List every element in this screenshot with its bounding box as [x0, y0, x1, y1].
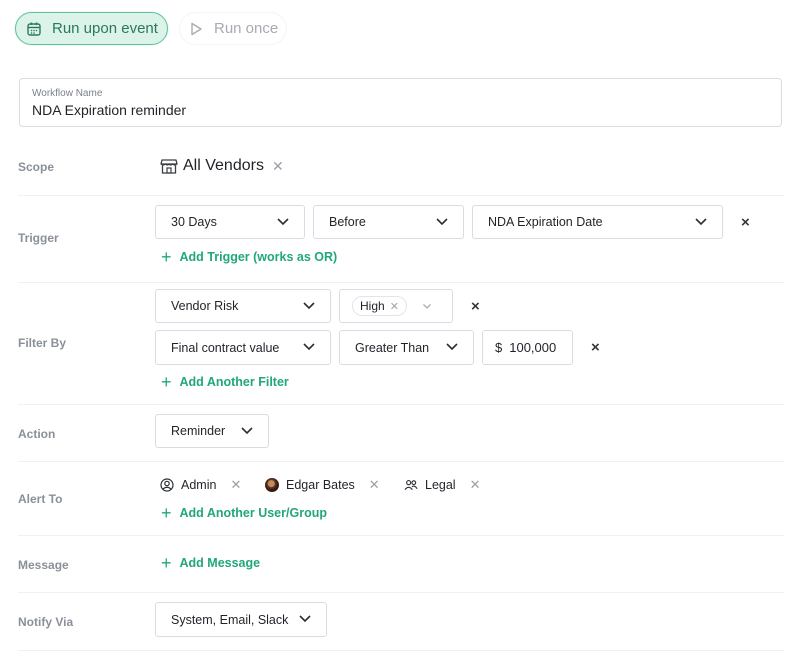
divider	[18, 195, 784, 196]
store-icon	[160, 157, 178, 175]
plus-icon: +	[161, 503, 172, 523]
scope-label: Scope	[18, 160, 55, 174]
plus-icon: +	[161, 247, 172, 267]
workflow-name-field[interactable]: Workflow Name NDA Expiration reminder	[19, 78, 782, 127]
workflow-name-label: Workflow Name	[32, 88, 103, 99]
divider	[18, 461, 784, 462]
alert-user-name: Edgar Bates	[286, 478, 355, 492]
calendar-icon	[26, 21, 42, 37]
add-trigger-link[interactable]: + Add Trigger (works as OR)	[161, 247, 338, 267]
remove-user-icon[interactable]: ✕	[369, 477, 380, 493]
filter-field-value-2: Final contract value	[171, 340, 280, 355]
add-user-group-link[interactable]: + Add Another User/Group	[161, 503, 327, 523]
add-trigger-label: Add Trigger (works as OR)	[179, 250, 338, 264]
add-user-group-label: Add Another User/Group	[179, 506, 327, 520]
alert-user-name: Admin	[181, 478, 217, 492]
remove-filter-1-icon[interactable]: ×	[471, 298, 480, 315]
run-upon-event-label: Run upon event	[52, 20, 158, 37]
remove-trigger-icon[interactable]: ×	[741, 214, 750, 231]
chevron-down-icon	[299, 615, 311, 623]
divider	[18, 592, 784, 593]
plus-icon: +	[161, 553, 172, 573]
alert-user-name: Legal	[425, 478, 456, 492]
trigger-relation-select[interactable]: Before	[313, 205, 464, 239]
filter-field-value-1: Vendor Risk	[171, 299, 239, 313]
add-filter-label: Add Another Filter	[179, 375, 289, 389]
run-upon-event-button[interactable]: Run upon event	[15, 12, 168, 45]
divider	[18, 404, 784, 405]
filter-amount-input[interactable]: $ 100,000	[482, 330, 573, 365]
action-value: Reminder	[171, 424, 226, 438]
trigger-field-select[interactable]: NDA Expiration Date	[472, 205, 723, 239]
chevron-down-icon	[423, 304, 431, 309]
chevron-down-icon	[446, 343, 458, 351]
action-select[interactable]: Reminder	[155, 414, 269, 448]
divider	[18, 535, 784, 536]
run-once-label: Run once	[214, 20, 279, 37]
scope-value: All Vendors	[183, 157, 264, 174]
remove-filter-2-icon[interactable]: ×	[591, 339, 600, 356]
trigger-period-value: 30 Days	[171, 215, 217, 229]
avatar	[265, 478, 279, 492]
add-message-label: Add Message	[179, 556, 261, 570]
divider	[18, 650, 784, 651]
trigger-period-select[interactable]: 30 Days	[155, 205, 305, 239]
add-message-link[interactable]: + Add Message	[161, 553, 261, 573]
alert-user-edgar-bates[interactable]: Edgar Bates ✕	[265, 477, 380, 493]
filter-operator-select-2[interactable]: Greater Than	[339, 330, 474, 365]
filter-operator-value-2: Greater Than	[355, 340, 430, 355]
filter-label: Filter By	[18, 336, 67, 350]
trigger-relation-value: Before	[329, 215, 366, 229]
alert-group-legal[interactable]: Legal ✕	[404, 477, 481, 493]
scope-tag[interactable]: All Vendors ✕	[160, 157, 284, 175]
alert-label: Alert To	[18, 492, 63, 506]
chevron-down-icon	[241, 427, 253, 435]
run-once-button[interactable]: Run once	[179, 12, 287, 45]
chevron-down-icon	[695, 218, 707, 226]
filter-field-select-2[interactable]: Final contract value	[155, 330, 331, 365]
action-label: Action	[18, 427, 56, 441]
scope-remove-icon[interactable]: ✕	[272, 158, 284, 175]
filter-amount-value: 100,000	[509, 340, 557, 355]
remove-user-icon[interactable]: ✕	[470, 477, 481, 493]
notify-via-value: System, Email, Slack	[171, 612, 289, 627]
chevron-down-icon	[303, 343, 315, 351]
filter-chip-label: High	[360, 299, 385, 313]
chevron-down-icon	[277, 218, 289, 226]
alert-user-admin[interactable]: Admin ✕	[160, 477, 241, 493]
user-circle-icon	[160, 478, 174, 492]
notify-label: Notify Via	[18, 615, 74, 629]
message-label: Message	[18, 558, 69, 572]
chip-remove-icon[interactable]: ✕	[390, 300, 399, 313]
chevron-down-icon	[303, 302, 315, 310]
play-icon	[188, 21, 204, 37]
divider	[18, 282, 784, 283]
plus-icon: +	[161, 372, 172, 392]
filter-field-select-1[interactable]: Vendor Risk	[155, 289, 331, 323]
chevron-down-icon	[436, 218, 448, 226]
workflow-name-value[interactable]: NDA Expiration reminder	[32, 102, 769, 118]
remove-user-icon[interactable]: ✕	[230, 477, 241, 493]
notify-via-select[interactable]: System, Email, Slack	[155, 602, 327, 637]
trigger-field-value: NDA Expiration Date	[488, 215, 603, 229]
add-filter-link[interactable]: + Add Another Filter	[161, 372, 289, 392]
trigger-label: Trigger	[18, 231, 59, 245]
filter-chip-high[interactable]: High ✕	[352, 296, 407, 316]
group-icon	[404, 478, 418, 492]
currency-symbol: $	[495, 340, 503, 355]
